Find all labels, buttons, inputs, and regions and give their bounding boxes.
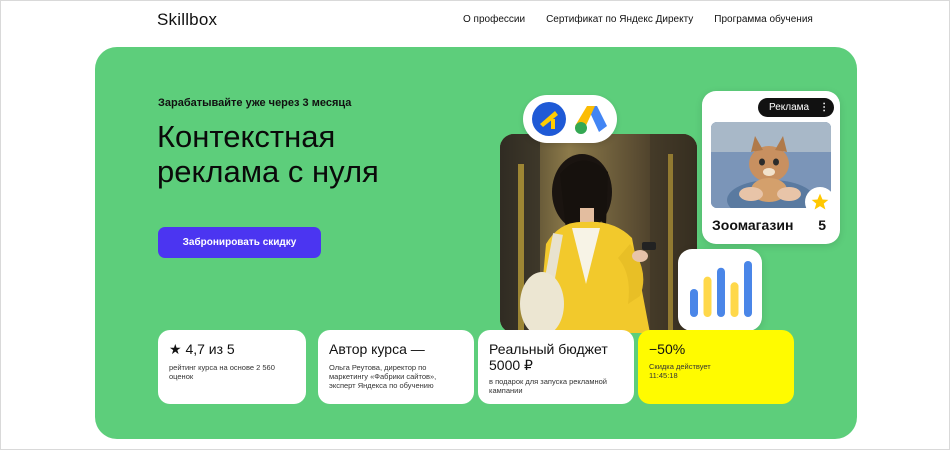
ad-badge: Реклама ⋮: [758, 98, 834, 117]
stat-bar: [717, 267, 725, 317]
rating-heading: ★ 4,7 из 5: [169, 341, 235, 357]
stats-bars-chart: [690, 261, 752, 317]
budget-sub: в подарок для запуска рекламной кампании: [489, 377, 607, 395]
more-vertical-icon[interactable]: ⋮: [819, 102, 829, 113]
budget-card: Реальный бюджет 5000 ₽ в подарок для зап…: [478, 330, 634, 404]
stats-bars-card: [678, 249, 762, 331]
hero-photo: [500, 134, 697, 333]
hero-eyebrow: Зарабатывайте уже через 3 месяца: [158, 97, 352, 109]
woman-photo-illustration: [500, 134, 697, 333]
yandex-direct-icon: [532, 102, 566, 136]
nav-about-profession[interactable]: О профессии: [463, 14, 525, 25]
budget-heading-line2: 5000 ₽: [489, 357, 533, 373]
ad-badge-label: Реклама: [769, 102, 810, 113]
stat-bar: [703, 276, 712, 317]
ad-shop-name: Зоомагазин: [712, 217, 794, 233]
hero-banner: Зарабатывайте уже через 3 месяца Контекс…: [95, 47, 857, 439]
discount-heading: −50%: [649, 341, 686, 357]
book-discount-button[interactable]: Забронировать скидку: [158, 227, 321, 258]
stat-bar: [744, 261, 752, 317]
nav-program[interactable]: Программа обучения: [714, 14, 813, 25]
hero-title-line2: реклама с нуля: [157, 154, 379, 189]
budget-heading-line1: Реальный бюджет: [489, 341, 608, 357]
discount-sub-line1: Скидка действует: [649, 362, 711, 371]
hero-title-line1: Контекстная: [157, 119, 336, 154]
rating-star-bubble: [805, 187, 835, 217]
author-card: Автор курса — Ольга Реутова, директор по…: [318, 330, 474, 404]
ad-platform-logos: [523, 95, 617, 143]
nav-certificate[interactable]: Сертификат по Яндекс Директу: [546, 14, 693, 25]
star-icon: [811, 193, 829, 210]
author-sub: Ольга Реутова, директор по маркетингу «Ф…: [329, 363, 437, 390]
discount-card: −50% Скидка действует 11:45:18: [638, 330, 794, 404]
top-nav: О профессии Сертификат по Яндекс Директу…: [463, 14, 813, 25]
skillbox-logo[interactable]: Skillbox: [157, 10, 217, 30]
stat-bar: [730, 282, 739, 317]
google-ads-icon: [575, 106, 607, 134]
ad-rating: 5: [818, 217, 826, 233]
stat-bar: [690, 289, 698, 317]
discount-timer: 11:45:18: [649, 371, 678, 380]
ad-preview-card: Реклама ⋮ Зоомагазин 5: [702, 91, 840, 244]
author-heading: Автор курса —: [329, 341, 425, 357]
rating-sub: рейтинг курса на основе 2 560 оценок: [169, 363, 275, 381]
rating-card: ★ 4,7 из 5 рейтинг курса на основе 2 560…: [158, 330, 306, 404]
hero-title: Контекстная реклама с нуля: [157, 119, 477, 189]
